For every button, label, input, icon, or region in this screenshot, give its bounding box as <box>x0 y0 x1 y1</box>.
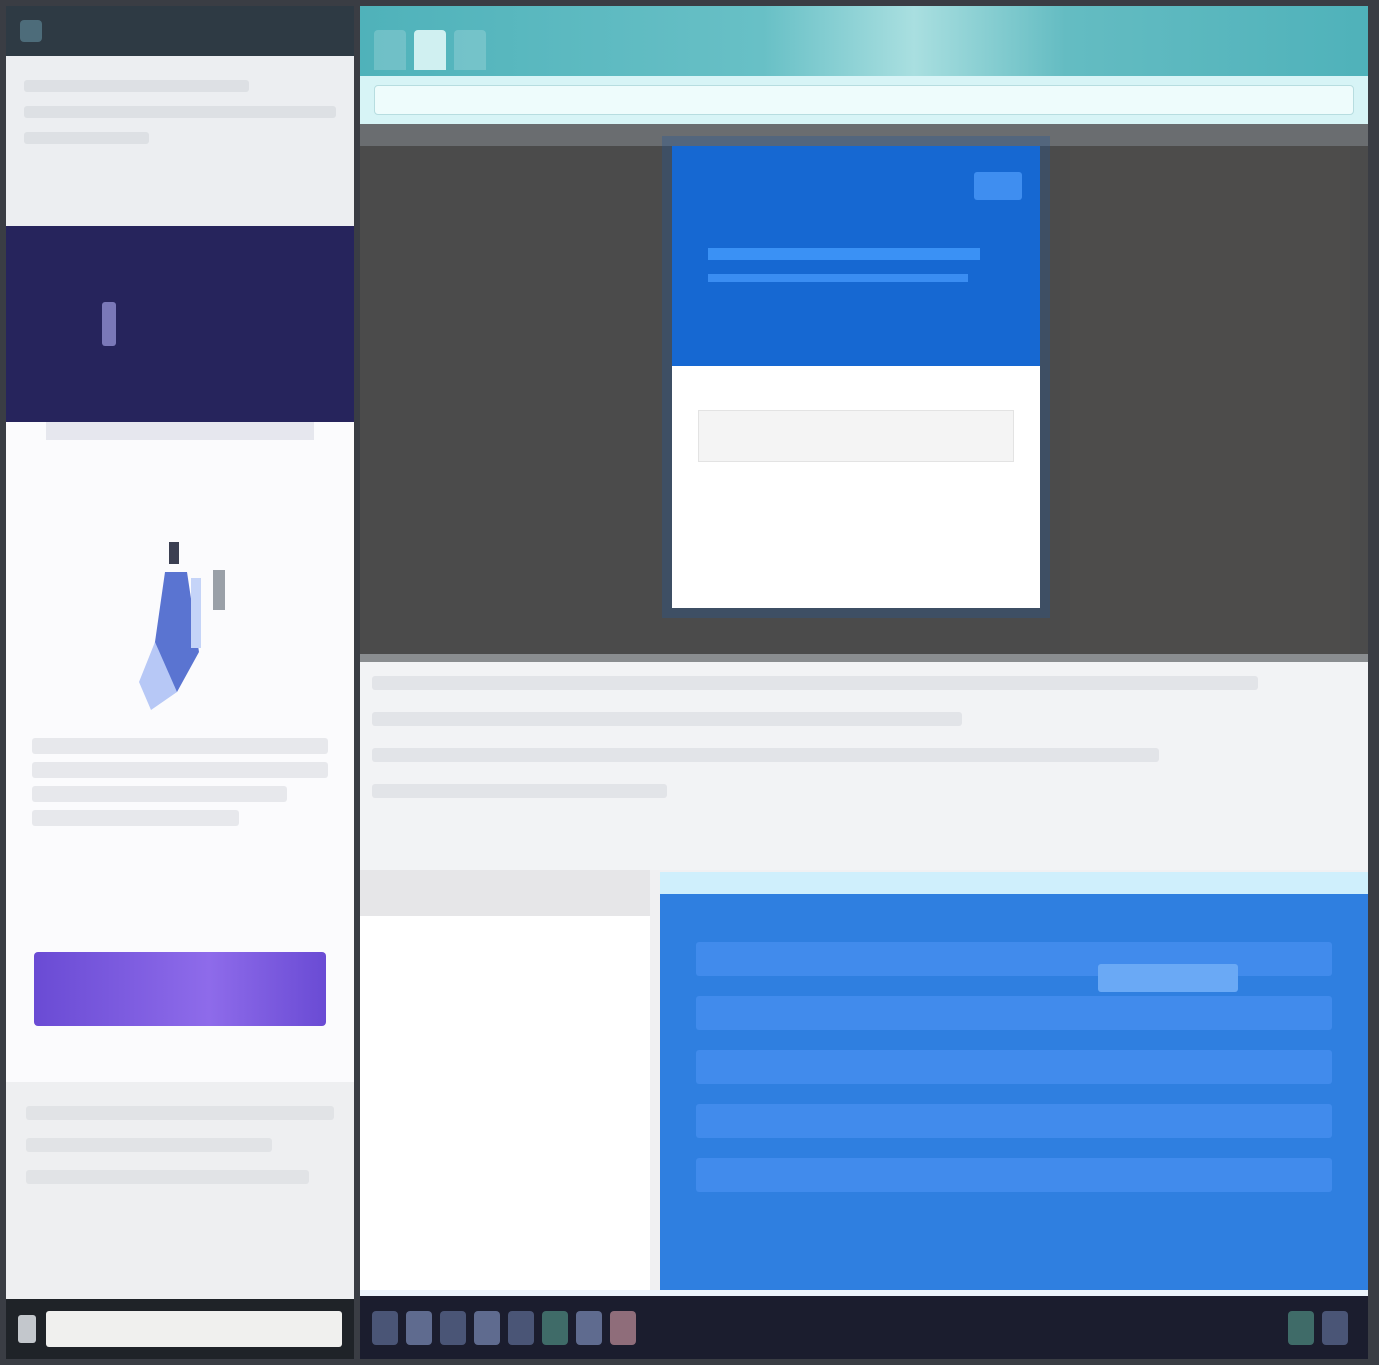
brand-logo-icon <box>102 302 116 346</box>
modal-subtitle <box>708 274 969 282</box>
left-panel <box>6 6 354 1359</box>
info-text-line <box>372 748 1160 762</box>
lower-right-chip[interactable] <box>1098 964 1238 992</box>
taskbar-app-icon[interactable] <box>576 1310 602 1345</box>
card-text-line <box>32 762 328 778</box>
list-item[interactable] <box>696 996 1332 1030</box>
lower-right-topbar <box>660 872 1368 894</box>
card-text-line <box>32 810 240 826</box>
taskbar-app-icon[interactable] <box>1322 1310 1348 1345</box>
browser-tab-strip <box>360 6 1368 76</box>
browser-tab[interactable] <box>454 30 486 70</box>
desktop-frame <box>0 0 1379 1365</box>
info-text-line <box>372 784 668 798</box>
taskbar-app-icon[interactable] <box>372 1310 398 1345</box>
address-bar <box>360 76 1368 124</box>
page-stage <box>360 124 1368 654</box>
list-item[interactable] <box>696 1050 1332 1084</box>
taskbar-app-icon[interactable] <box>406 1310 432 1345</box>
footer-text-line <box>26 1170 310 1184</box>
taskbar-app-icon[interactable] <box>440 1310 466 1345</box>
footer-text-line <box>26 1106 334 1120</box>
left-header <box>6 56 354 226</box>
app-icon <box>20 20 42 42</box>
modal-title <box>708 248 981 260</box>
modal-input[interactable] <box>698 410 1014 462</box>
browser-tab[interactable] <box>374 30 406 70</box>
info-text-line <box>372 712 963 726</box>
close-icon[interactable] <box>974 172 1022 200</box>
left-footer <box>6 1082 354 1302</box>
browser-window <box>360 6 1368 1296</box>
taskbar-app-icon[interactable] <box>508 1310 534 1345</box>
list-item[interactable] <box>696 1104 1332 1138</box>
header-text-line <box>24 106 336 118</box>
login-modal <box>672 146 1040 608</box>
taskbar-app-icon[interactable] <box>542 1310 568 1345</box>
stage-divider <box>360 124 1368 146</box>
info-strip <box>360 654 1368 870</box>
promo-card <box>6 422 354 1082</box>
brand-bar[interactable] <box>6 226 354 422</box>
card-text-line <box>32 738 328 754</box>
lower-left-header <box>360 870 650 916</box>
taskbar-app-icon[interactable] <box>474 1310 500 1345</box>
taskbar-search-field[interactable] <box>46 1311 342 1347</box>
modal-body <box>672 366 1040 480</box>
header-text-line <box>24 132 149 144</box>
taskbar-app-icon[interactable] <box>610 1310 636 1345</box>
lower-left-pane <box>360 870 650 1296</box>
illustration-icon <box>125 542 235 712</box>
taskbar <box>360 1296 1368 1359</box>
illustration-graphic <box>139 542 225 710</box>
stage-side-panel <box>1070 146 1350 654</box>
left-titlebar <box>6 6 354 56</box>
header-text-line <box>24 80 249 92</box>
card-description <box>32 738 328 826</box>
left-taskbar <box>6 1299 354 1359</box>
browser-tab-active[interactable] <box>414 30 446 70</box>
url-input[interactable] <box>374 85 1354 115</box>
list-item[interactable] <box>696 1158 1332 1192</box>
modal-header <box>672 146 1040 366</box>
lower-right-pane[interactable] <box>660 872 1368 1290</box>
taskbar-app-icon[interactable] <box>18 1315 36 1343</box>
card-text-line <box>32 786 287 802</box>
card-divider <box>46 422 314 440</box>
primary-cta-button[interactable] <box>34 952 326 1026</box>
lower-section <box>360 870 1368 1296</box>
taskbar-app-icon[interactable] <box>1288 1310 1314 1345</box>
footer-text-line <box>26 1138 273 1152</box>
info-text-line <box>372 676 1258 690</box>
